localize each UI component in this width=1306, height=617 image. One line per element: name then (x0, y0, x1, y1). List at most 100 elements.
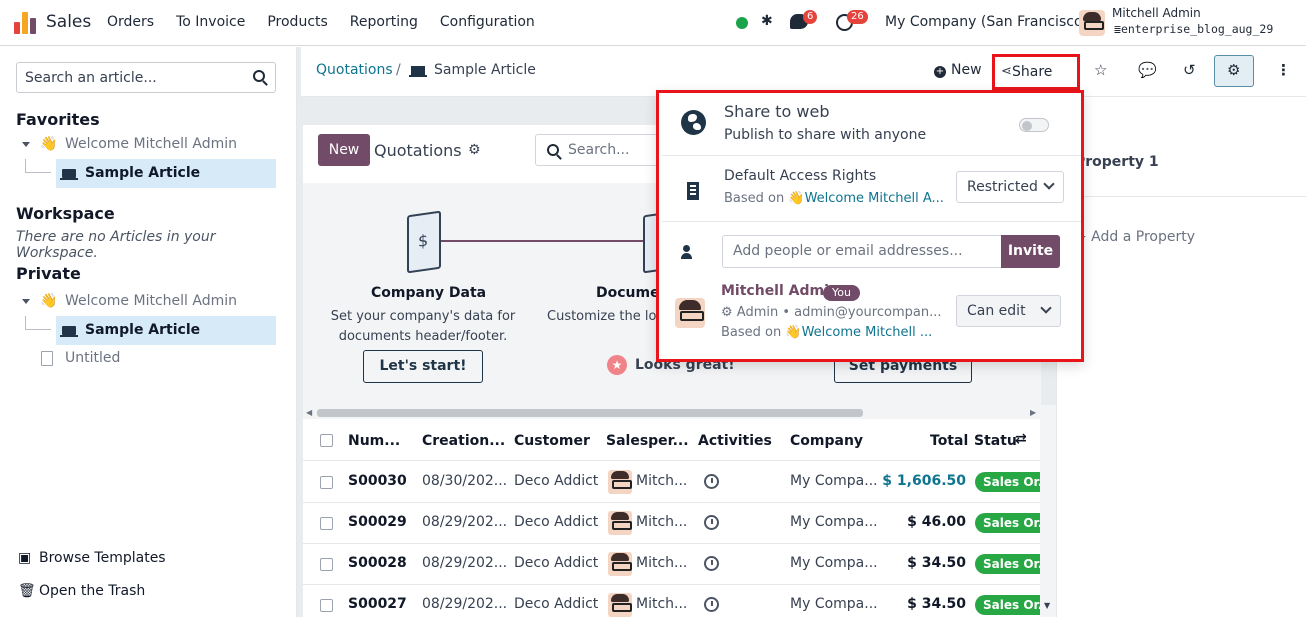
activity-clock-icon[interactable] (704, 474, 719, 489)
company-switcher[interactable]: My Company (San Francisco) (885, 14, 1088, 30)
add-property-button[interactable]: + Add a Property (1075, 229, 1195, 245)
column-salesperson[interactable]: Salesper... (606, 433, 689, 449)
company-name: My Compa... (790, 555, 878, 571)
app-name[interactable]: Sales (46, 12, 91, 32)
table-row[interactable]: S00027 08/29/202... Deco Addict Mitch...… (303, 585, 1041, 617)
salesperson-avatar (608, 470, 632, 494)
column-activities[interactable]: Activities (698, 433, 772, 449)
sales-app-icon[interactable] (14, 12, 36, 34)
sidebar-item-label: Welcome Mitchell Admin (65, 136, 237, 152)
status-badge: Sales Or... (975, 472, 1041, 492)
browse-templates-link[interactable]: ▣ Browse Templates (18, 550, 166, 566)
column-total[interactable]: Total (930, 433, 968, 449)
menu-reporting[interactable]: Reporting (350, 14, 418, 30)
laptop-icon (60, 326, 78, 337)
sidebar-item-sample-article-favorite[interactable]: Sample Article (56, 159, 276, 188)
sidebar-item-label: Sample Article (85, 165, 201, 181)
row-checkbox[interactable] (320, 476, 333, 489)
sidebar-item-welcome-private[interactable]: 👋 Welcome Mitchell Admin (16, 288, 276, 316)
salesperson-name: Mitch... (636, 555, 688, 571)
salesperson-avatar (608, 593, 632, 617)
sidebar-item-label: Welcome Mitchell Admin (65, 293, 237, 309)
document-icon (41, 351, 53, 366)
share-icon: ⋖ (1001, 64, 1012, 79)
caret-down-icon[interactable] (22, 142, 30, 147)
waving-hand-icon: 👋 (785, 325, 802, 340)
sidebar-item-welcome-favorite[interactable]: 👋 Welcome Mitchell Admin (16, 131, 276, 159)
table-header: Num... Creation... Customer Salesper... … (303, 421, 1041, 461)
divider (1075, 196, 1306, 197)
menu-orders[interactable]: Orders (107, 14, 154, 30)
access-rights-title: Default Access Rights (724, 168, 877, 184)
image-icon: ▣ (18, 550, 32, 566)
row-checkbox[interactable] (320, 599, 333, 612)
you-badge: You (823, 285, 860, 301)
article-search-input[interactable]: Search an article... (16, 62, 276, 93)
open-trash-link[interactable]: 🗑 Open the Trash (18, 583, 145, 599)
order-total: $ 34.50 (907, 596, 966, 612)
column-creation-date[interactable]: Creation... (422, 433, 505, 449)
select-all-checkbox[interactable] (320, 434, 333, 447)
share-web-toggle[interactable] (1019, 118, 1049, 132)
column-number[interactable]: Num... (348, 433, 400, 449)
invite-button[interactable]: Invite (1001, 235, 1060, 268)
sidebar-item-untitled[interactable]: Untitled (16, 345, 276, 373)
menu-configuration[interactable]: Configuration (440, 14, 535, 30)
parent-article-link[interactable]: Welcome Mitchell ... (802, 325, 933, 340)
invoice-document-icon: $ (407, 210, 441, 274)
scrollbar-thumb[interactable] (317, 409, 863, 417)
star-icon[interactable]: ☆ (1094, 61, 1107, 79)
new-quotation-button[interactable]: New (318, 134, 370, 166)
row-checkbox[interactable] (320, 517, 333, 530)
breadcrumb-current: Sample Article (434, 62, 536, 78)
column-customer[interactable]: Customer (514, 433, 590, 449)
status-online-icon[interactable] (736, 17, 748, 29)
parent-article-link[interactable]: Welcome Mitchell A... (805, 191, 944, 206)
building-icon (687, 182, 699, 200)
sidebar-item-sample-article-private[interactable]: Sample Article (56, 316, 276, 345)
order-total: $ 1,606.50 (882, 473, 966, 489)
menu-products[interactable]: Products (267, 14, 327, 30)
order-number: S00027 (348, 596, 407, 612)
user-name[interactable]: Mitchell Admin (1112, 6, 1201, 20)
history-icon[interactable]: ↺ (1183, 61, 1196, 79)
breadcrumb-quotations[interactable]: Quotations (316, 62, 393, 78)
activity-clock-icon[interactable] (704, 597, 719, 612)
share-web-subtitle: Publish to share with anyone (724, 127, 927, 143)
share-button[interactable]: ⋖ Share (992, 54, 1080, 90)
table-row[interactable]: S00029 08/29/202... Deco Addict Mitch...… (303, 503, 1041, 544)
lets-start-button[interactable]: Let's start! (363, 350, 483, 383)
user-avatar[interactable] (1079, 10, 1105, 36)
column-settings-icon[interactable]: ⇄ (1015, 431, 1027, 447)
table-row[interactable]: S00028 08/29/202... Deco Addict Mitch...… (303, 544, 1041, 585)
property-1-label[interactable]: Property 1 (1075, 154, 1159, 170)
share-popover: Share to web Publish to share with anyon… (656, 90, 1084, 362)
order-number: S00029 (348, 514, 407, 530)
new-article-button[interactable]: + New (934, 62, 982, 78)
search-icon[interactable] (253, 70, 265, 82)
globe-icon (681, 110, 706, 135)
comments-icon[interactable]: 💬 (1138, 61, 1157, 79)
column-status[interactable]: Statu (974, 433, 1017, 449)
member-permission-dropdown[interactable]: Can edit (956, 295, 1061, 327)
access-rights-dropdown[interactable]: Restricted (956, 171, 1064, 203)
quotation-search-input[interactable]: Search... (535, 134, 675, 166)
invite-people-input[interactable]: Add people or email addresses... (722, 235, 1002, 268)
horizontal-scrollbar[interactable]: ◀ ▶ (303, 407, 1041, 419)
debug-bug-icon[interactable]: ✱ (761, 13, 773, 29)
activity-clock-icon[interactable] (704, 515, 719, 530)
waving-hand-icon: 👋 (788, 191, 805, 206)
caret-down-icon[interactable] (22, 299, 30, 304)
column-company[interactable]: Company (790, 433, 863, 449)
order-number: S00028 (348, 555, 407, 571)
row-checkbox[interactable] (320, 558, 333, 571)
menu-to-invoice[interactable]: To Invoice (176, 14, 245, 30)
vertical-scrollbar[interactable]: ▼ (1040, 405, 1056, 617)
quotations-title: Quotations (374, 141, 462, 160)
table-row[interactable]: S00030 08/30/202... Deco Addict Mitch...… (303, 462, 1041, 503)
customer-name: Deco Addict (514, 514, 599, 530)
activity-clock-icon[interactable] (704, 556, 719, 571)
gear-icon[interactable]: ⚙ (468, 142, 481, 158)
properties-gear-button[interactable]: ⚙ (1214, 55, 1254, 87)
more-options-icon[interactable]: ⋮ (1276, 61, 1291, 79)
